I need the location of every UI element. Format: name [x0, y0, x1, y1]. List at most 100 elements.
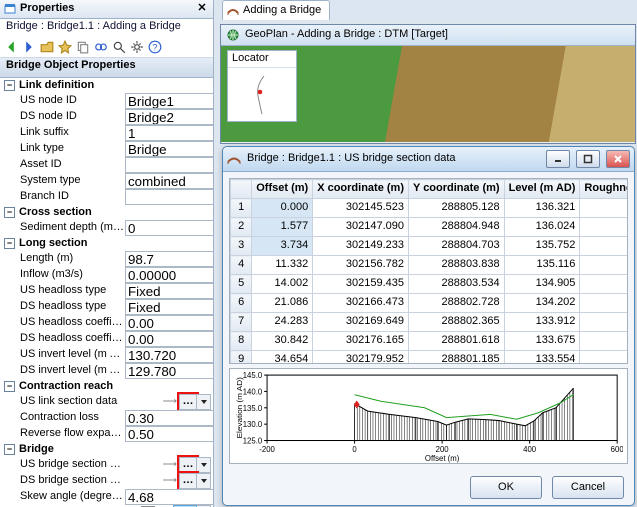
nav-fwd-button[interactable]: [21, 39, 37, 55]
table-row[interactable]: 934.654302179.952288801.185133.5540.0450: [231, 351, 629, 365]
arrow-link: [125, 475, 179, 487]
property-input[interactable]: [125, 283, 213, 299]
section-header[interactable]: −Cross section: [2, 205, 213, 220]
property-row: DS invert level (m AD): [2, 363, 213, 379]
property-row: US headloss type#D: [2, 283, 213, 299]
geoplan-canvas[interactable]: Locator: [221, 46, 635, 142]
property-row: DS headloss coefficient#D: [2, 331, 213, 347]
toolbar-copy-icon[interactable]: [75, 39, 91, 55]
property-row: Link type: [2, 141, 213, 157]
ellipsis-button[interactable]: [179, 457, 197, 473]
property-label: DS headloss coefficient: [20, 332, 125, 345]
property-input[interactable]: [125, 173, 213, 189]
property-input[interactable]: [125, 93, 213, 109]
section-header[interactable]: −Link definition: [2, 78, 213, 93]
property-row: System type: [2, 173, 213, 189]
section-header[interactable]: −Bridge: [2, 442, 213, 457]
properties-close-icon[interactable]: ✕: [195, 2, 209, 16]
section-toggle-icon[interactable]: −: [4, 381, 15, 392]
section-table-wrap[interactable]: Offset (m)X coordinate (m)Y coordinate (…: [229, 178, 628, 364]
property-input[interactable]: [125, 220, 213, 236]
property-input[interactable]: [125, 315, 213, 331]
nav-back-button[interactable]: [3, 39, 19, 55]
table-row[interactable]: 621.086302166.473288802.728134.2020.0450: [231, 294, 629, 313]
property-row: US bridge section data: [2, 457, 213, 473]
ok-button[interactable]: OK: [470, 476, 542, 499]
table-row[interactable]: 514.002302159.435288803.534134.9050.0450: [231, 275, 629, 294]
section-toggle-icon[interactable]: −: [4, 80, 15, 91]
svg-text:140.0: 140.0: [243, 387, 263, 396]
property-input[interactable]: [125, 267, 213, 283]
table-row[interactable]: 21.577302147.090288804.948136.0240.0450: [231, 218, 629, 237]
property-label: US bridge section data: [20, 458, 125, 471]
dialog-close-button[interactable]: [606, 150, 630, 168]
document-tab[interactable]: Adding a Bridge: [222, 0, 330, 20]
dropdown-button[interactable]: [197, 457, 211, 473]
property-input[interactable]: [125, 109, 213, 125]
locator-panel: Locator: [227, 50, 297, 122]
property-row: US node ID: [2, 93, 213, 109]
svg-text:0: 0: [352, 445, 357, 454]
section-header[interactable]: −Long section: [2, 236, 213, 251]
property-label: US headloss type: [20, 284, 125, 297]
property-input[interactable]: [125, 157, 213, 173]
table-row[interactable]: 411.332302156.782288803.838135.1160.0450: [231, 256, 629, 275]
ellipsis-button[interactable]: [179, 473, 197, 489]
dropdown-button[interactable]: [197, 394, 211, 410]
table-header[interactable]: X coordinate (m): [313, 180, 409, 199]
toolbar-find-icon[interactable]: [111, 39, 127, 55]
svg-text:600: 600: [611, 445, 623, 454]
property-input[interactable]: [125, 363, 213, 379]
property-row: Sediment depth (mm)#D: [2, 220, 213, 236]
table-row[interactable]: 724.283302169.649288802.365133.9120.0450: [231, 313, 629, 332]
properties-grid[interactable]: −Link definitionUS node IDDS node IDLink…: [0, 78, 213, 507]
svg-text:Offset (m): Offset (m): [425, 454, 460, 463]
property-label: US node ID: [20, 94, 125, 107]
table-header[interactable]: Roughness Manning's n: [580, 180, 628, 199]
ellipsis-button[interactable]: [179, 394, 197, 410]
property-input[interactable]: [125, 299, 213, 315]
table-row[interactable]: 33.734302149.233288804.703135.7520.0450: [231, 237, 629, 256]
property-row: Skew angle (degrees)#D: [2, 489, 213, 505]
toolbar-open-icon[interactable]: [39, 39, 55, 55]
table-row[interactable]: 830.842302176.165288801.618133.6750.0450: [231, 332, 629, 351]
toolbar-help-icon[interactable]: ?: [147, 39, 163, 55]
table-header[interactable]: Level (m AD): [504, 180, 580, 199]
toolbar-star-icon[interactable]: [57, 39, 73, 55]
property-input[interactable]: [125, 410, 213, 426]
property-input[interactable]: [125, 331, 213, 347]
svg-text:200: 200: [436, 445, 450, 454]
table-header[interactable]: Offset (m): [252, 180, 313, 199]
dialog-min-button[interactable]: [546, 150, 570, 168]
toolbar-settings-icon[interactable]: [129, 39, 145, 55]
property-label: Skew angle (degrees): [20, 490, 125, 503]
properties-title: Properties: [20, 2, 74, 15]
section-toggle-icon[interactable]: −: [4, 238, 15, 249]
dropdown-button[interactable]: [197, 473, 211, 489]
property-input[interactable]: [125, 189, 213, 205]
table-header[interactable]: Y coordinate (m): [409, 180, 505, 199]
property-row: Inflow (m3/s)#D: [2, 267, 213, 283]
section-header[interactable]: −Contraction reach: [2, 379, 213, 394]
property-input[interactable]: [125, 141, 213, 157]
property-input[interactable]: [125, 347, 213, 363]
cancel-button[interactable]: Cancel: [552, 476, 624, 499]
property-label: DS invert level (m AD): [20, 364, 125, 377]
property-input[interactable]: [125, 125, 213, 141]
table-row[interactable]: 10.000302145.523288805.128136.3210.0450: [231, 199, 629, 218]
section-toggle-icon[interactable]: −: [4, 444, 15, 455]
property-input[interactable]: [125, 426, 213, 442]
property-label: Link type: [20, 142, 125, 155]
property-input[interactable]: [125, 251, 213, 267]
property-input[interactable]: [125, 489, 213, 505]
property-row: US headloss coefficient#D: [2, 315, 213, 331]
property-row: Link suffix: [2, 125, 213, 141]
toolbar-link-icon[interactable]: [93, 39, 109, 55]
globe-icon: [227, 29, 239, 41]
dialog-max-button[interactable]: [576, 150, 600, 168]
table-header[interactable]: [231, 180, 252, 199]
property-row: DS bridge section data: [2, 473, 213, 489]
bridge-icon: [227, 5, 239, 17]
property-row: US link section data: [2, 394, 213, 410]
section-toggle-icon[interactable]: −: [4, 207, 15, 218]
